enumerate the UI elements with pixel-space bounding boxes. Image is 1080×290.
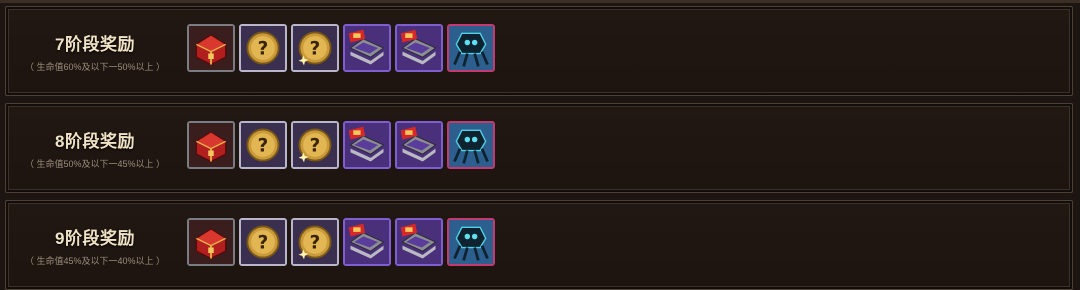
stage-reward-row: 8阶段奖励 （ 生命值50%及以下一45%以上 ） ? ? [5,103,1073,193]
stage-label: 8阶段奖励 （ 生命值50%及以下一45%以上 ） [10,108,180,188]
reward-slot[interactable] [447,121,495,169]
stage-reward-row: 7阶段奖励 （ 生命值60%及以下一50%以上 ） ? ? [5,6,1073,96]
reward-slot[interactable] [343,218,391,266]
svg-text:?: ? [258,232,269,253]
reward-slot[interactable]: ? [239,121,287,169]
stage-reward-row: 9阶段奖励 （ 生命值45%及以下一40%以上 ） ? ? [5,200,1073,290]
reward-slot[interactable] [395,24,443,72]
reward-slot[interactable] [447,218,495,266]
reward-slot[interactable]: ? [291,218,339,266]
stage-reward-list: 7阶段奖励 （ 生命值60%及以下一50%以上 ） ? ? 8阶段奖励 （ 生命… [5,6,1073,290]
reward-slot[interactable] [395,218,443,266]
stage-hp-range: （ 生命值45%及以下一40%以上 ） [24,255,166,266]
reward-slot[interactable] [187,24,235,72]
reward-slot[interactable]: ? [291,24,339,72]
stage-hp-range: （ 生命值50%及以下一45%以上 ） [24,158,166,169]
svg-text:?: ? [258,38,269,59]
stage-title: 9阶段奖励 [55,228,135,248]
stage-label: 9阶段奖励 （ 生命值45%及以下一40%以上 ） [10,205,180,285]
reward-items: ? ? [187,218,495,266]
stage-title: 8阶段奖励 [55,131,135,151]
reward-items: ? ? [187,121,495,169]
svg-text:?: ? [310,38,321,59]
stage-label: 7阶段奖励 （ 生命值60%及以下一50%以上 ） [10,11,180,91]
reward-slot[interactable]: ? [239,24,287,72]
reward-items: ? ? [187,24,495,72]
stage-title: 7阶段奖励 [55,34,135,54]
reward-slot[interactable] [187,218,235,266]
reward-slot[interactable] [395,121,443,169]
reward-slot[interactable] [447,24,495,72]
reward-slot[interactable]: ? [291,121,339,169]
stage-hp-range: （ 生命值60%及以下一50%以上 ） [24,61,166,72]
reward-slot[interactable] [343,121,391,169]
svg-text:?: ? [310,232,321,253]
reward-slot[interactable]: ? [239,218,287,266]
reward-slot[interactable] [187,121,235,169]
svg-text:?: ? [310,135,321,156]
top-divider [0,0,1080,3]
svg-text:?: ? [258,135,269,156]
reward-slot[interactable] [343,24,391,72]
